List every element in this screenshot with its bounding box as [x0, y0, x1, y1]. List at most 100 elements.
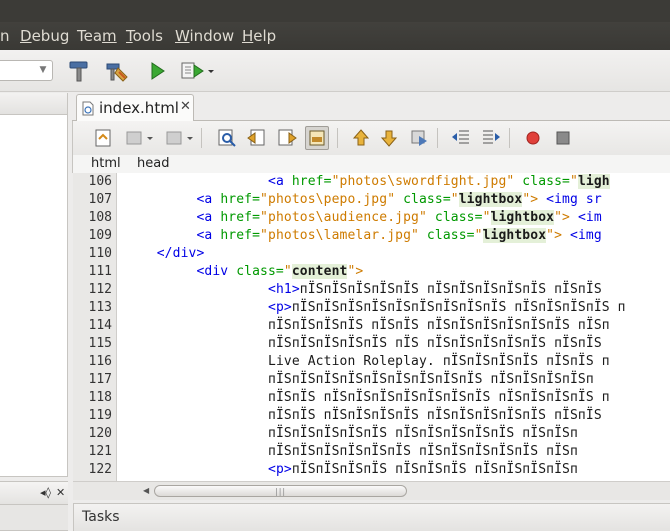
code-token: href=	[220, 228, 261, 243]
toggle-highlight-icon[interactable]	[305, 126, 329, 150]
code-line[interactable]: </div>	[117, 245, 670, 263]
code-token: <img	[562, 228, 602, 243]
code-line[interactable]: <a href="photos\swordfight.jpg" class="l…	[117, 173, 670, 191]
run-icon[interactable]	[144, 58, 170, 84]
code-line[interactable]: пЇЅпЇЅпЇЅпЇЅпЇЅпЇЅпЇЅпЇЅпЇЅ пЇЅпЇЅпЇЅпЇЅ…	[117, 371, 670, 389]
next-bookmark-icon[interactable]	[377, 126, 401, 150]
code-token: "photos\lamelar.jpg"	[260, 228, 419, 243]
configuration-combo[interactable]: ▼	[0, 60, 53, 81]
tasks-panel-header[interactable]: Tasks	[73, 503, 670, 531]
breadcrumb-item-html[interactable]: html	[91, 156, 121, 171]
menu-item-window[interactable]: Window	[175, 26, 234, 46]
clean-build-icon[interactable]	[104, 58, 130, 84]
navigator-panel-header: ◂◊ ✕	[0, 481, 68, 505]
tab-index-html[interactable]: index.html ✕	[76, 94, 194, 122]
code-line[interactable]: <a href="photos\pepo.jpg" class="lightbo…	[117, 191, 670, 209]
toggle-bookmark-icon[interactable]	[407, 126, 431, 150]
line-number: 108	[88, 210, 112, 225]
debug-run-icon[interactable]	[180, 58, 216, 84]
scrollbar-thumb[interactable]: |||	[154, 485, 407, 497]
line-number: 107	[88, 192, 112, 207]
projects-tree[interactable]	[0, 115, 68, 477]
line-number: 116	[88, 354, 112, 369]
code-token: </div>	[156, 246, 205, 261]
code-token: <div	[196, 264, 237, 279]
code-line[interactable]: <p>пЇЅпЇЅпЇЅпЇЅпЇЅпЇЅпЇЅпЇЅпЇЅ пЇЅпЇЅпЇЅ…	[117, 299, 670, 317]
code-token: "photos\audience.jpg"	[260, 210, 427, 225]
menu-item-tools[interactable]: Tools	[126, 26, 163, 46]
code-token: <a	[268, 174, 292, 189]
code-line[interactable]: <h1>пЇЅпЇЅпЇЅпЇЅпЇЅ пЇЅпЇЅпЇЅпЇЅпЇЅ пЇЅп…	[117, 281, 670, 299]
code-line[interactable]: пЇЅпЇЅпЇЅпЇЅпЇЅ пЇЅпЇЅпЇЅпЇЅпЇЅ пЇЅпЇЅп	[117, 425, 670, 443]
code-token: Live Action Roleplay. пЇЅпЇЅпЇЅпЇЅ пЇЅпЇ…	[268, 354, 610, 369]
code-line[interactable]: пЇЅпЇЅ пЇЅпЇЅпЇЅпЇЅ пЇЅпЇЅпЇЅпЇЅпЇЅ пЇЅп…	[117, 407, 670, 425]
tasks-label: Tasks	[82, 509, 120, 525]
code-line[interactable]: Live Action Roleplay. пЇЅпЇЅпЇЅпЇЅ пЇЅпЇ…	[117, 353, 670, 371]
last-edit-icon[interactable]	[91, 126, 115, 150]
code-editor[interactable]: <a href="photos\swordfight.jpg" class="l…	[117, 173, 670, 481]
back-icon[interactable]	[123, 126, 153, 150]
code-line[interactable]: пЇЅпЇЅпЇЅпЇЅпЇЅ пЇЅ пЇЅпЇЅпЇЅпЇЅпЇЅ пЇЅп…	[117, 335, 670, 353]
editor-toolbar	[72, 121, 670, 155]
code-token: пЇЅпЇЅпЇЅпЇЅпЇЅ пЇЅпЇЅпЇЅпЇЅпЇЅ пЇЅпЇЅ	[299, 282, 602, 297]
shift-left-icon[interactable]	[449, 126, 473, 150]
html-file-icon	[82, 101, 94, 116]
code-token: <a	[196, 210, 221, 225]
minimize-icon[interactable]: ◂◊	[40, 486, 51, 499]
stop-macro-icon[interactable]	[551, 126, 575, 150]
chevron-down-icon[interactable]: ▼	[37, 65, 49, 76]
menu-bar: n Debug Team Tools Window Help	[0, 22, 670, 50]
code-token: href=	[220, 210, 261, 225]
code-line[interactable]: <p>пЇЅпЇЅпЇЅпЇЅ пЇЅпЇЅпЇЅ пЇЅпЇЅпЇЅпЇЅп	[117, 461, 670, 479]
code-line[interactable]: пЇЅпЇЅ пЇЅпЇЅпЇЅпЇЅпЇЅпЇЅпЇЅ пЇЅпЇЅпЇЅпЇ…	[117, 389, 670, 407]
menu-item-debug[interactable]: Debug	[20, 26, 69, 46]
code-token: пЇЅпЇЅпЇЅпЇЅпЇЅпЇЅпЇЅпЇЅпЇЅ пЇЅпЇЅпЇЅпЇЅ…	[268, 372, 594, 387]
code-token: class=	[426, 210, 483, 225]
code-line[interactable]: пЇЅпЇЅпЇЅпЇЅпЇЅпЇЅ пЇЅпЇЅпЇЅпЇЅпЇЅ пЇЅп	[117, 443, 670, 461]
line-number: 109	[88, 228, 112, 243]
tab-label: index.html	[99, 99, 179, 117]
toolbar-separator	[437, 128, 438, 148]
forward-icon[interactable]	[163, 126, 193, 150]
navigator-panel-toolbar	[0, 505, 68, 531]
code-token: "photos\swordfight.jpg"	[331, 174, 515, 189]
find-previous-icon[interactable]	[245, 126, 269, 150]
code-token: пЇЅпЇЅпЇЅпЇЅпЇЅпЇЅ пЇЅпЇЅпЇЅпЇЅпЇЅ пЇЅп	[268, 444, 578, 459]
menu-item-team[interactable]: Team	[77, 26, 117, 46]
code-token: lightbox	[482, 228, 547, 243]
line-number: 121	[88, 444, 112, 459]
code-line[interactable]: <a href="photos\lamelar.jpg" class="ligh…	[117, 227, 670, 245]
breadcrumb-item-head[interactable]: head	[137, 156, 169, 171]
code-token: lightbox	[458, 192, 523, 207]
code-line[interactable]: <a href="photos\audience.jpg" class="lig…	[117, 209, 670, 227]
window-titlebar	[0, 0, 670, 22]
build-hammer-icon[interactable]	[66, 58, 92, 84]
code-token: ">	[554, 210, 571, 225]
code-token: ligh	[577, 174, 610, 189]
close-icon[interactable]: ✕	[180, 99, 191, 114]
line-number: 114	[88, 318, 112, 333]
code-token: пЇЅпЇЅпЇЅпЇЅ пЇЅпЇЅпЇЅ пЇЅпЇЅпЇЅпЇЅп	[291, 462, 578, 477]
horizontal-scrollbar[interactable]: ◀ |||	[73, 481, 670, 500]
find-next-icon[interactable]	[275, 126, 299, 150]
menu-item-run[interactable]: n	[0, 26, 10, 46]
code-token: "	[570, 174, 578, 189]
scroll-left-icon[interactable]: ◀	[143, 486, 149, 495]
code-line[interactable]: пЇЅпЇЅпЇЅпЇЅ пЇЅпЇЅ пЇЅпЇЅпЇЅпЇЅпЇЅпЇЅ п…	[117, 317, 670, 335]
record-macro-icon[interactable]	[521, 126, 545, 150]
code-token: ">	[546, 228, 563, 243]
toolbar-separator	[201, 128, 202, 148]
shift-right-icon[interactable]	[479, 126, 503, 150]
code-token: "photos\pepo.jpg"	[260, 192, 396, 207]
close-icon[interactable]: ✕	[56, 486, 65, 499]
previous-bookmark-icon[interactable]	[349, 126, 373, 150]
code-line[interactable]: <div class="content">	[117, 263, 670, 281]
code-token: пЇЅпЇЅпЇЅпЇЅпЇЅпЇЅпЇЅпЇЅпЇЅ пЇЅпЇЅпЇЅпЇЅ…	[291, 300, 626, 315]
line-number-gutter: 106 107 108 109 110 111 112 113 114 115 …	[73, 173, 117, 481]
menu-item-help[interactable]: Help	[242, 26, 276, 46]
find-icon[interactable]	[215, 126, 239, 150]
